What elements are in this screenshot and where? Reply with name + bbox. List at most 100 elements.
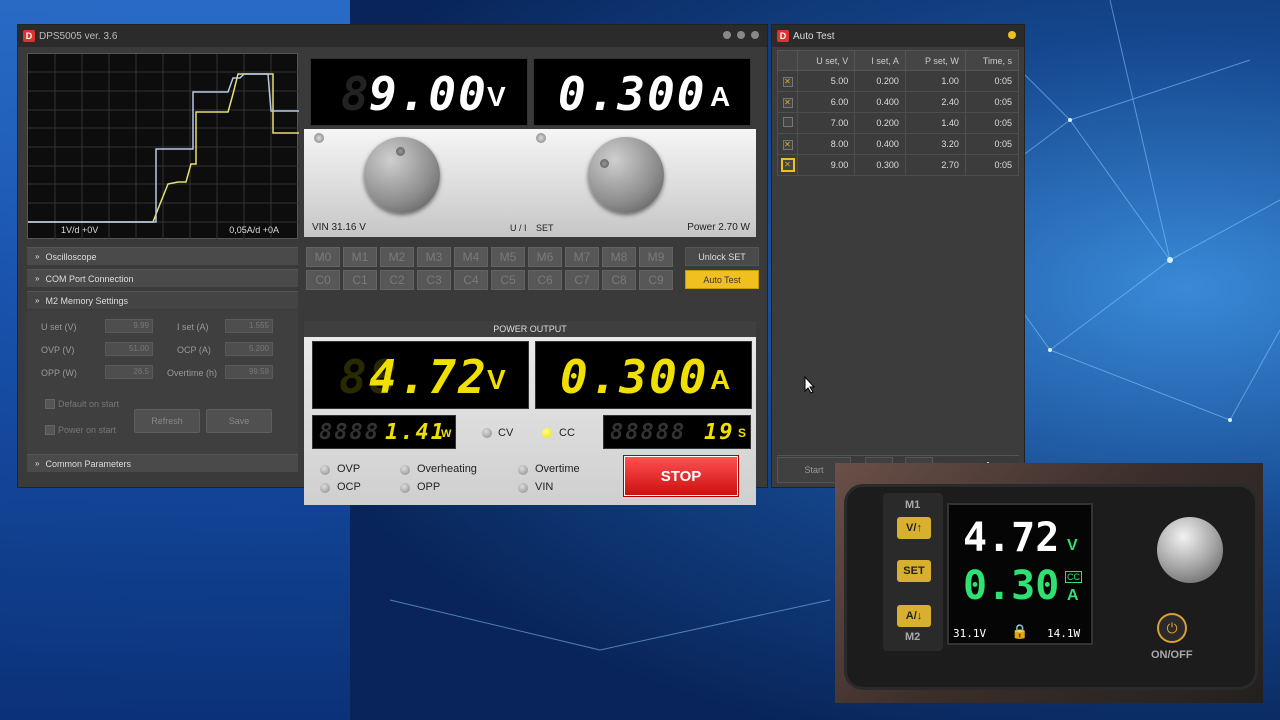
vin-status-label: VIN bbox=[535, 481, 554, 493]
memory-button-m3[interactable]: M3 bbox=[417, 247, 451, 267]
memory-button-c2[interactable]: C2 bbox=[380, 270, 414, 290]
com-port-panel-header[interactable]: » COM Port Connection bbox=[27, 269, 298, 287]
set-current-display: 0.300 A bbox=[533, 58, 751, 126]
row-checkbox-cell[interactable]: ✕ bbox=[777, 70, 798, 92]
memory-button-c5[interactable]: C5 bbox=[491, 270, 525, 290]
table-row[interactable]: ✕ 6.00 0.400 2.40 0:05 bbox=[777, 91, 1020, 113]
auto-test-button[interactable]: Auto Test bbox=[685, 270, 759, 289]
time-cell[interactable]: 0:05 bbox=[964, 91, 1020, 113]
app-logo-icon: D bbox=[23, 30, 35, 42]
device-set-button[interactable]: SET bbox=[897, 560, 931, 582]
overheating-status-label: Overheating bbox=[417, 463, 477, 475]
memory-button-m9[interactable]: M9 bbox=[639, 247, 673, 267]
row-checkbox-cell[interactable]: ✕ bbox=[777, 91, 798, 113]
pin-icon[interactable] bbox=[1008, 31, 1016, 39]
p-set-cell[interactable]: 1.00 bbox=[904, 70, 966, 92]
memory-button-c3[interactable]: C3 bbox=[417, 270, 451, 290]
memory-button-c6[interactable]: C6 bbox=[528, 270, 562, 290]
device-power-icon[interactable]: ⏻ bbox=[1157, 613, 1187, 643]
main-titlebar: D DPS5005 ver. 3.6 bbox=[18, 25, 767, 47]
time-cell[interactable]: 0:05 bbox=[964, 112, 1020, 134]
i-set-cell[interactable]: 0.300 bbox=[854, 154, 906, 176]
memory-button-c4[interactable]: C4 bbox=[454, 270, 488, 290]
u-set-cell[interactable]: 8.00 bbox=[796, 133, 856, 155]
memory-button-c7[interactable]: C7 bbox=[565, 270, 599, 290]
memory-button-c1[interactable]: C1 bbox=[343, 270, 377, 290]
row-checkbox[interactable]: ✕ bbox=[782, 76, 793, 87]
memory-button-m1[interactable]: M1 bbox=[343, 247, 377, 267]
u-set-field[interactable]: 9.99 bbox=[105, 319, 153, 333]
device-knob[interactable] bbox=[1157, 517, 1223, 583]
common-parameters-panel-header[interactable]: » Common Parameters bbox=[27, 454, 298, 472]
stop-button[interactable]: STOP bbox=[624, 456, 738, 496]
memory-button-c8[interactable]: C8 bbox=[602, 270, 636, 290]
memory-button-m6[interactable]: M6 bbox=[528, 247, 562, 267]
memory-button-m8[interactable]: M8 bbox=[602, 247, 636, 267]
memory-button-m4[interactable]: M4 bbox=[454, 247, 488, 267]
output-voltage-value: 4.72 bbox=[369, 350, 488, 404]
memory-button-m0[interactable]: M0 bbox=[306, 247, 340, 267]
auto-test-titlebar: D Auto Test bbox=[772, 25, 1024, 47]
overtime-status-label: Overtime bbox=[535, 463, 580, 475]
close-button[interactable] bbox=[751, 31, 759, 39]
overtime-field[interactable]: 99:59 bbox=[225, 365, 273, 379]
u-set-cell[interactable]: 6.00 bbox=[796, 91, 856, 113]
row-checkbox[interactable]: ✕ bbox=[782, 97, 793, 108]
i-set-cell[interactable]: 0.200 bbox=[854, 70, 906, 92]
overtime-label: Overtime (h) bbox=[167, 368, 218, 378]
ui-label: U / I bbox=[510, 223, 527, 233]
time-cell[interactable]: 0:05 bbox=[964, 133, 1020, 155]
u-set-cell[interactable]: 7.00 bbox=[796, 112, 856, 134]
row-checkbox[interactable] bbox=[782, 117, 793, 127]
m2-memory-panel-header[interactable]: » M2 Memory Settings bbox=[27, 291, 298, 309]
p-set-cell[interactable]: 2.40 bbox=[904, 91, 966, 113]
maximize-button[interactable] bbox=[737, 31, 745, 39]
p-set-cell[interactable]: 1.40 bbox=[904, 112, 966, 134]
overheating-led-icon bbox=[400, 465, 410, 475]
device-current-button[interactable]: A/↓ bbox=[897, 605, 931, 627]
row-checkbox-cell[interactable] bbox=[777, 112, 798, 134]
row-checkbox-cell[interactable]: ✕ bbox=[777, 133, 798, 155]
memory-button-m7[interactable]: M7 bbox=[565, 247, 599, 267]
u-set-cell[interactable]: 9.00 bbox=[796, 154, 856, 176]
minimize-button[interactable] bbox=[723, 31, 731, 39]
unlock-set-button[interactable]: Unlock SET bbox=[685, 247, 759, 266]
time-cell[interactable]: 0:05 bbox=[964, 70, 1020, 92]
time-cell[interactable]: 0:05 bbox=[964, 154, 1020, 176]
i-set-field[interactable]: 1.555 bbox=[225, 319, 273, 333]
memory-button-m2[interactable]: M2 bbox=[380, 247, 414, 267]
oscilloscope-panel-header[interactable]: » Oscilloscope bbox=[27, 247, 298, 265]
table-row[interactable]: ✕ 9.00 0.300 2.70 0:05 bbox=[777, 154, 1020, 176]
voltage-knob[interactable] bbox=[364, 137, 440, 213]
ovp-status-label: OVP bbox=[337, 463, 361, 475]
vin-readout: VIN 31.16 V bbox=[312, 222, 366, 233]
table-row[interactable]: 7.00 0.200 1.40 0:05 bbox=[777, 112, 1020, 134]
p-set-cell[interactable]: 2.70 bbox=[904, 154, 966, 176]
default-on-start-checkbox[interactable] bbox=[45, 399, 55, 409]
scope-current-scale: 0,05A/d +0A bbox=[229, 225, 279, 235]
memory-button-m5[interactable]: M5 bbox=[491, 247, 525, 267]
refresh-button[interactable]: Refresh bbox=[134, 409, 200, 433]
save-button[interactable]: Save bbox=[206, 409, 272, 433]
i-set-cell[interactable]: 0.400 bbox=[854, 91, 906, 113]
device-voltage-button[interactable]: V/↑ bbox=[897, 517, 931, 539]
i-set-cell[interactable]: 0.400 bbox=[854, 133, 906, 155]
current-knob[interactable] bbox=[588, 137, 664, 213]
p-set-cell[interactable]: 3.20 bbox=[904, 133, 966, 155]
u-set-cell[interactable]: 5.00 bbox=[796, 70, 856, 92]
power-on-start-checkbox[interactable] bbox=[45, 425, 55, 435]
table-header-row: U set, V I set, A P set, W Time, s bbox=[777, 50, 1020, 71]
opp-field[interactable]: 26.5 bbox=[105, 365, 153, 379]
output-current-display: 0.300 A bbox=[535, 341, 752, 409]
memory-button-c0[interactable]: C0 bbox=[306, 270, 340, 290]
ocp-field[interactable]: 5.200 bbox=[225, 342, 273, 356]
memory-button-c9[interactable]: C9 bbox=[639, 270, 673, 290]
table-row[interactable]: ✕ 8.00 0.400 3.20 0:05 bbox=[777, 133, 1020, 155]
row-checkbox-cell[interactable]: ✕ bbox=[777, 154, 798, 176]
column-header: Time, s bbox=[964, 50, 1020, 71]
ovp-field[interactable]: 51.00 bbox=[105, 342, 153, 356]
table-row[interactable]: ✕ 5.00 0.200 1.00 0:05 bbox=[777, 70, 1020, 92]
i-set-cell[interactable]: 0.200 bbox=[854, 112, 906, 134]
row-checkbox[interactable]: ✕ bbox=[782, 139, 793, 150]
row-checkbox[interactable]: ✕ bbox=[780, 158, 795, 172]
